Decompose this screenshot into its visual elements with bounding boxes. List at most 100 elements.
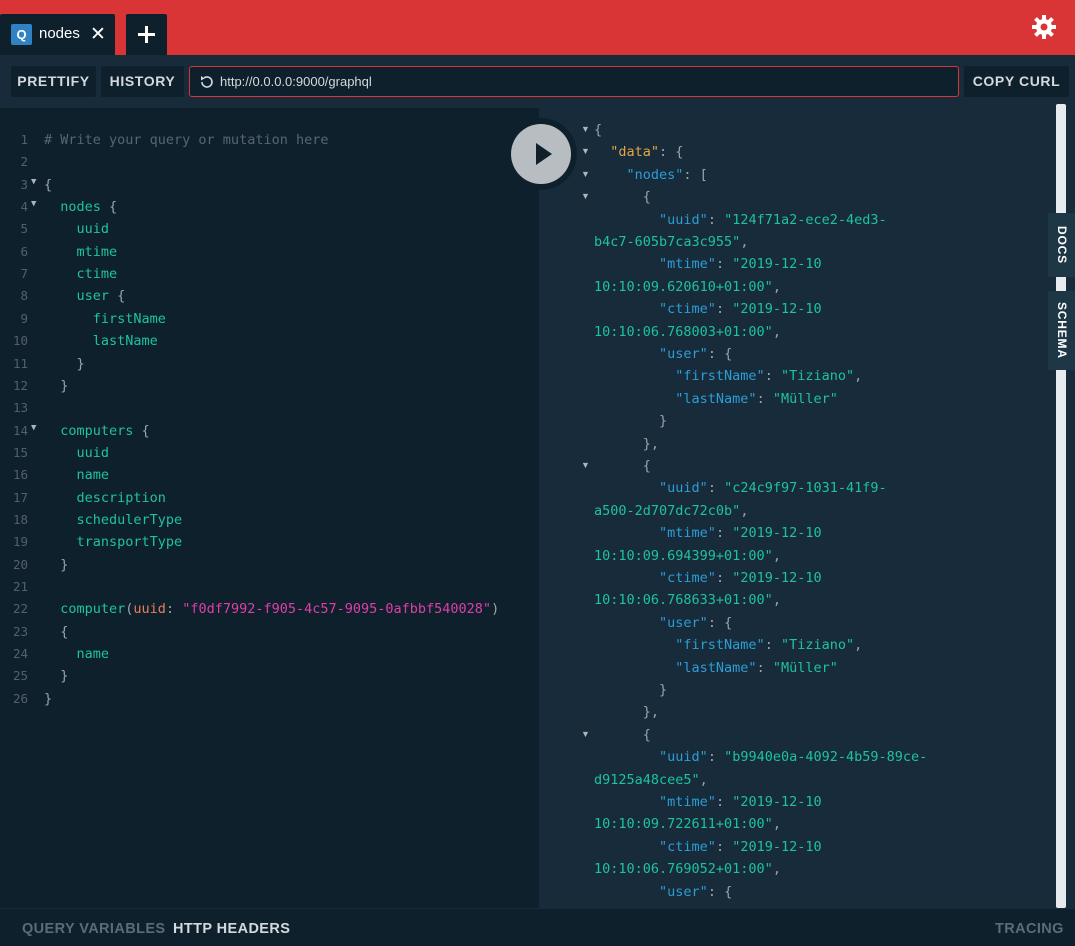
prettify-button[interactable]: PRETTIFY (11, 66, 96, 97)
tab-nodes[interactable]: Q nodes ✕ (0, 14, 115, 55)
json-token: "nodes" (626, 166, 684, 183)
code-token: name (44, 646, 110, 663)
line-number: 22 (12, 601, 28, 617)
code-token: computer (44, 601, 126, 618)
line-number: 8 (20, 288, 28, 304)
result-line: b4c7-605b7ca3c955", (594, 234, 748, 256)
tracing-tab[interactable]: TRACING (995, 921, 1064, 937)
query-editor[interactable]: 1 # Write your query or mutation here 2 3 ▼{… (0, 108, 539, 908)
editor-line: 23 { (0, 624, 539, 646)
fold-toggle-icon[interactable]: ▼ (581, 460, 590, 470)
editor-line-text: { (44, 624, 68, 640)
json-token: "user" (659, 883, 708, 900)
execute-query-button[interactable] (511, 124, 571, 184)
editor-line: 11 } (0, 356, 539, 378)
json-token: { (594, 458, 651, 474)
fold-toggle-icon[interactable]: ▼ (581, 146, 590, 156)
editor-line: 24 name (0, 646, 539, 668)
http-headers-tab[interactable]: HTTP HEADERS (173, 921, 290, 937)
code-token: transportType (44, 534, 183, 551)
docs-tab[interactable]: DOCS (1048, 213, 1075, 277)
result-line: "nodes": [ (594, 167, 708, 189)
result-line: a500-2d707dc72c0b", (594, 503, 748, 525)
editor-line-text: } (44, 378, 68, 394)
line-number: 24 (12, 646, 28, 662)
reload-icon[interactable] (199, 74, 215, 90)
line-number: 18 (12, 511, 28, 527)
bottom-bar: QUERY VARIABLES HTTP HEADERS TRACING (0, 908, 1075, 946)
toolbar: PRETTIFY HISTORY COPY CURL (0, 55, 1075, 108)
line-number: 3 (20, 176, 28, 192)
json-token: "124f71a2-ece2-4ed3- (724, 211, 887, 228)
editor-line: 6 mtime (0, 244, 539, 266)
code-token: description (44, 489, 166, 506)
editor-line: 9 firstName (0, 311, 539, 333)
editor-line-text: transportType (44, 534, 183, 551)
play-icon (536, 143, 552, 165)
editor-line-text: user { (44, 288, 126, 305)
fold-toggle-icon[interactable]: ▼ (581, 191, 590, 201)
result-line: 10:10:09.722611+01:00", (594, 816, 781, 838)
copy-curl-button[interactable]: COPY CURL (964, 66, 1069, 97)
json-token: : (756, 390, 773, 407)
json-token: 10:10:06.768633+01:00" (594, 592, 773, 609)
json-token: "2019-12-10 (732, 525, 822, 542)
code-token: { (109, 288, 126, 305)
code-token: } (44, 377, 69, 394)
editor-line: 5 uuid (0, 221, 539, 243)
editor-line: 20 } (0, 557, 539, 579)
json-token: : [ (683, 166, 708, 183)
line-number: 4 (20, 199, 28, 215)
code-token: { (44, 623, 69, 640)
editor-line: 13 (0, 400, 539, 422)
fold-toggle-icon[interactable]: ▼ (31, 423, 36, 433)
line-number: 21 (12, 579, 28, 594)
fold-toggle-icon[interactable]: ▼ (31, 199, 36, 209)
json-token: 10:10:09.620610+01:00" (594, 278, 773, 295)
query-variables-tab[interactable]: QUERY VARIABLES (22, 921, 166, 937)
gear-icon[interactable] (1030, 13, 1058, 41)
result-line: "firstName": "Tiziano", (594, 637, 862, 659)
result-line: { (594, 727, 651, 749)
editor-line: 3 ▼ { (0, 177, 539, 199)
tab-bar: Q nodes ✕ (0, 0, 1075, 55)
close-icon[interactable]: ✕ (90, 23, 106, 46)
editor-line-text: schedulerType (44, 512, 183, 528)
result-viewer[interactable]: ▼{▼ "data": {▼ "nodes": [▼ { "uuid": "12… (539, 108, 1075, 908)
json-token: "ctime" (659, 301, 716, 318)
add-tab-button[interactable] (126, 14, 167, 55)
result-line: "mtime": "2019-12-10 (594, 525, 822, 547)
endpoint-url-field[interactable] (189, 66, 959, 97)
fold-toggle-icon[interactable]: ▼ (31, 177, 36, 187)
json-token: , (854, 637, 863, 654)
history-button[interactable]: HISTORY (101, 66, 184, 97)
line-number: 9 (20, 310, 28, 326)
json-token: : { (707, 346, 733, 362)
editor-line-text: description (44, 490, 166, 506)
json-token: "mtime" (659, 256, 716, 273)
result-line: "ctime": "2019-12-10 (594, 839, 822, 861)
json-token: : { (707, 883, 733, 900)
editor-line-text: mtime (44, 244, 118, 260)
endpoint-url-input[interactable] (220, 67, 950, 96)
schema-tab[interactable]: SCHEMA (1048, 291, 1075, 370)
editor-line: 16 name (0, 467, 539, 489)
result-line: }, (594, 704, 659, 726)
editor-line-text: computers { (44, 423, 149, 439)
fold-toggle-icon[interactable]: ▼ (581, 124, 590, 134)
fold-toggle-icon[interactable]: ▼ (581, 169, 590, 179)
line-number: 13 (12, 400, 28, 416)
line-number: 10 (12, 333, 28, 349)
editor-line: 12 } (0, 378, 539, 400)
code-token: { (44, 176, 53, 193)
result-line: 10:10:06.768003+01:00", (594, 324, 781, 346)
fold-toggle-icon[interactable]: ▼ (581, 729, 590, 739)
json-token: : (756, 659, 773, 676)
